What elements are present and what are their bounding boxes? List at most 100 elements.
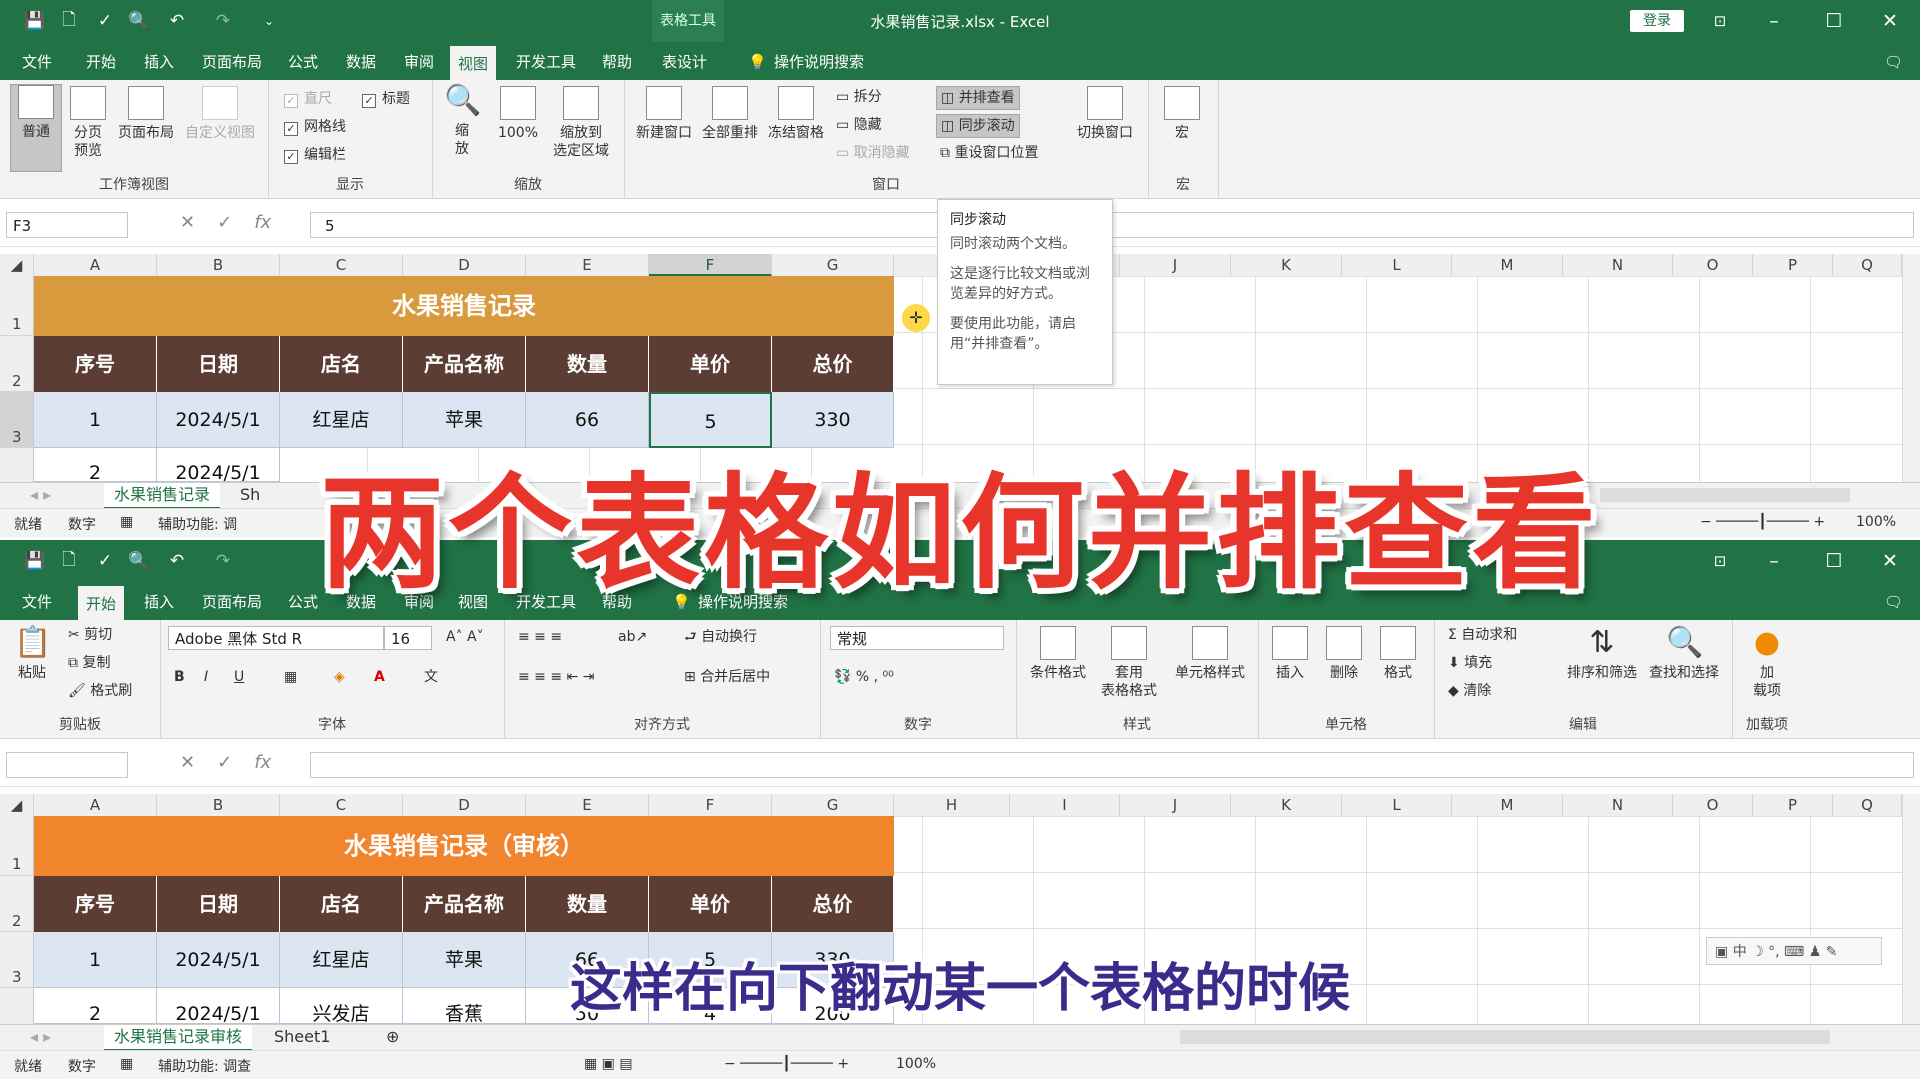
phonetic-icon[interactable]: 文 — [420, 666, 442, 688]
view-mode-icons[interactable]: ▦ ▣ ▤ — [584, 1056, 633, 1072]
sheet-tab-sheet1[interactable]: Sheet1 — [264, 1025, 340, 1049]
sheet-nav-icon[interactable]: ◂ ▸ — [20, 1025, 61, 1049]
reset-window-position-button[interactable]: ⧉ 重设窗口位置 — [936, 142, 1042, 164]
column-header[interactable]: A — [34, 254, 157, 276]
column-header[interactable]: K — [1231, 254, 1342, 276]
sort-filter-button[interactable]: ⇅ 排序和筛选 — [1562, 626, 1642, 682]
orientation-icon[interactable]: ab↗ — [614, 626, 651, 648]
autosum-button[interactable]: Σ 自动求和 — [1444, 624, 1521, 646]
column-header[interactable]: M — [1452, 794, 1563, 816]
tab-review[interactable]: 审阅 — [396, 49, 442, 75]
zoom-button[interactable]: 🔍 缩 放 — [442, 84, 482, 158]
horizontal-scrollbar[interactable] — [1180, 1030, 1830, 1044]
ruler-checkbox[interactable]: ✓ 直尺 — [284, 88, 332, 108]
name-box[interactable]: F3 — [6, 212, 128, 238]
arrange-all-button[interactable]: 全部重排 — [698, 86, 762, 142]
header-cell[interactable]: 序号 — [34, 336, 157, 392]
column-header[interactable]: N — [1563, 794, 1673, 816]
header-cell[interactable]: 产品名称 — [403, 876, 526, 932]
sheet-tab-audit[interactable]: 水果销售记录审核 — [104, 1025, 253, 1052]
macro-record-icon[interactable]: ▦ — [120, 1056, 133, 1072]
hide-button[interactable]: ▭ 隐藏 — [832, 114, 886, 136]
column-header[interactable]: Q — [1833, 254, 1902, 276]
italic-button[interactable]: I — [200, 666, 212, 688]
number-format-select[interactable]: 常规 — [830, 626, 1004, 650]
header-cell[interactable]: 产品名称 — [403, 336, 526, 392]
merge-center-button[interactable]: ⊞ 合并后居中 — [680, 666, 774, 688]
column-header[interactable]: G — [772, 254, 894, 276]
column-header[interactable]: F — [649, 794, 772, 816]
header-cell[interactable]: 序号 — [34, 876, 157, 932]
header-cell[interactable]: 单价 — [649, 876, 772, 932]
new-window-button[interactable]: 新建窗口 — [632, 86, 696, 142]
login-button[interactable]: 登录 — [1630, 10, 1684, 32]
addins-button[interactable]: ● 加 载项 — [1742, 626, 1792, 700]
header-cell[interactable]: 单价 — [649, 336, 772, 392]
column-header[interactable]: J — [1120, 794, 1231, 816]
row-header[interactable]: 1 — [0, 276, 33, 336]
delete-cells-button[interactable]: 删除 — [1322, 626, 1366, 682]
find-select-button[interactable]: 🔍 查找和选择 — [1644, 626, 1724, 682]
tab-formulas[interactable]: 公式 — [280, 49, 326, 75]
column-header[interactable]: G — [772, 794, 894, 816]
fill-color-icon[interactable]: ◈ — [330, 666, 349, 688]
tab-file[interactable]: 文件 — [14, 49, 60, 75]
switch-windows-button[interactable]: 切换窗口 — [1070, 86, 1140, 142]
page-break-preview-button[interactable]: 分页 预览 — [68, 86, 108, 160]
column-header[interactable]: L — [1342, 254, 1452, 276]
copy-button[interactable]: ⧉ 复制 — [64, 652, 114, 674]
formula-bar-checkbox[interactable]: ✓ 编辑栏 — [284, 144, 346, 164]
accessibility-status[interactable]: 辅助功能: 调查 — [158, 1056, 251, 1076]
column-header[interactable]: M — [1452, 254, 1563, 276]
select-all-corner[interactable]: ◢ — [0, 254, 34, 276]
tab-insert[interactable]: 插入 — [136, 49, 182, 75]
enter-icon[interactable]: ✓ — [217, 212, 232, 233]
add-sheet-icon[interactable]: ⊕ — [376, 1025, 409, 1049]
normal-view-button[interactable]: 普通 — [10, 84, 62, 172]
minimize-icon[interactable]: – — [1754, 6, 1794, 36]
tab-developer[interactable]: 开发工具 — [508, 49, 584, 75]
zoom-level[interactable]: 100% — [896, 1056, 936, 1072]
column-header[interactable]: C — [280, 254, 403, 276]
column-header[interactable]: D — [403, 794, 526, 816]
headings-checkbox[interactable]: ✓ 标题 — [362, 88, 410, 108]
header-cell[interactable]: 数量 — [526, 336, 649, 392]
insert-function-icon[interactable]: fx — [254, 752, 271, 773]
column-header[interactable]: E — [526, 794, 649, 816]
unhide-button[interactable]: ▭ 取消隐藏 — [832, 142, 914, 164]
cancel-icon[interactable]: ✕ — [180, 752, 195, 773]
header-cell[interactable]: 总价 — [772, 876, 894, 932]
column-header[interactable]: I — [1010, 794, 1120, 816]
tab-page-layout[interactable]: 页面布局 — [194, 49, 270, 75]
view-side-by-side-button[interactable]: ◫ 并排查看 — [936, 86, 1020, 110]
insert-function-icon[interactable]: fx — [254, 212, 271, 233]
conditional-format-button[interactable]: 条件格式 — [1026, 626, 1090, 682]
column-header[interactable]: H — [894, 794, 1010, 816]
tab-help[interactable]: 帮助 — [594, 49, 640, 75]
sync-scroll-button[interactable]: ◫ 同步滚动 — [936, 114, 1020, 138]
column-header[interactable]: Q — [1833, 794, 1902, 816]
wrap-text-button[interactable]: ⮐ 自动换行 — [680, 626, 761, 648]
font-name-select[interactable]: Adobe 黑体 Std R — [168, 626, 384, 650]
format-cells-button[interactable]: 格式 — [1376, 626, 1420, 682]
tab-data[interactable]: 数据 — [338, 49, 384, 75]
tab-table-design[interactable]: 表设计 — [654, 49, 715, 75]
gridlines-checkbox[interactable]: ✓ 网格线 — [284, 116, 346, 136]
row-header[interactable]: 2 — [0, 336, 33, 392]
page-layout-view-button[interactable]: 页面布局 — [114, 86, 178, 142]
header-cell[interactable]: 店名 — [280, 336, 403, 392]
underline-button[interactable]: U — [230, 666, 248, 688]
column-header[interactable]: O — [1673, 794, 1753, 816]
name-box[interactable] — [6, 752, 128, 778]
tell-me-search[interactable]: 操作说明搜索 — [766, 49, 872, 75]
macros-button[interactable]: 宏 — [1162, 86, 1202, 142]
column-header[interactable]: A — [34, 794, 157, 816]
borders-icon[interactable]: ▦ — [280, 666, 301, 688]
tab-view[interactable]: 视图 — [450, 46, 497, 83]
header-cell[interactable]: 日期 — [157, 336, 280, 392]
header-cell[interactable]: 数量 — [526, 876, 649, 932]
tab-home[interactable]: 开始 — [78, 49, 124, 75]
close-icon[interactable]: ✕ — [1870, 6, 1910, 36]
maximize-icon[interactable]: ☐ — [1814, 6, 1854, 36]
font-color-icon[interactable]: A — [370, 666, 389, 688]
